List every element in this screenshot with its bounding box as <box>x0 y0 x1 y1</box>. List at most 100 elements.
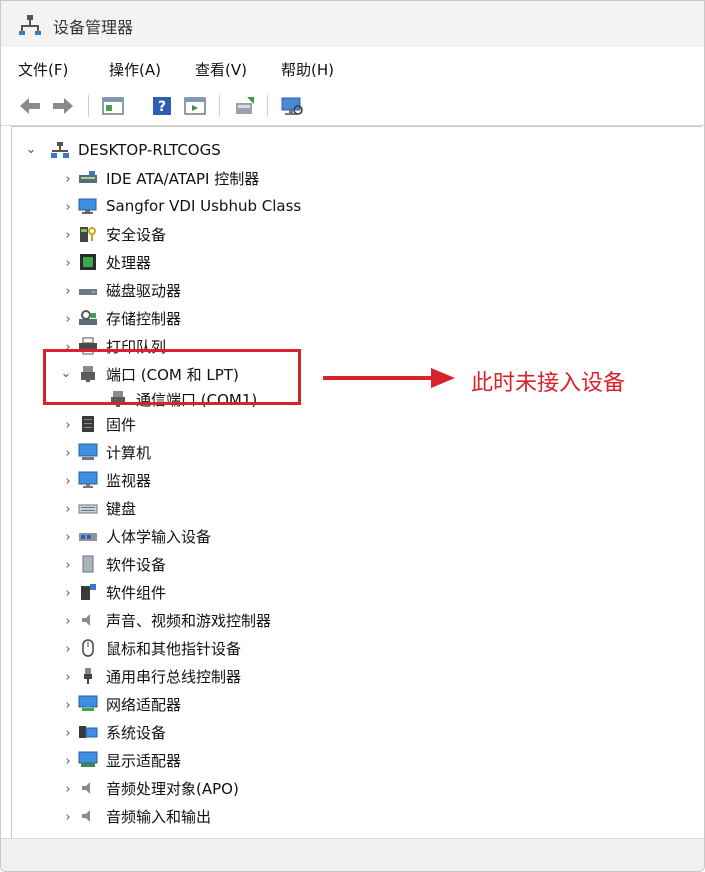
expand-chevron-icon[interactable]: › <box>61 587 75 601</box>
tree-item-label: 固件 <box>106 415 137 434</box>
security-device-icon <box>80 227 96 242</box>
expand-chevron-icon[interactable]: › <box>61 285 75 299</box>
software-component-icon <box>81 584 96 600</box>
tree-item-sound[interactable]: 声音、视频和游戏控制器 <box>78 608 271 632</box>
tree-item-label: 声音、视频和游戏控制器 <box>106 611 272 630</box>
expand-chevron-icon[interactable]: › <box>61 727 75 741</box>
tree-item-storage[interactable]: 存储控制器 <box>78 306 181 330</box>
tree-item-label: 监视器 <box>106 471 152 490</box>
tree-item-usb[interactable]: 通用串行总线控制器 <box>78 664 241 688</box>
expand-chevron-icon[interactable]: › <box>61 755 75 769</box>
menu-action[interactable]: 操作(A) <box>109 59 161 80</box>
tree-item-label: 系统设备 <box>106 723 167 742</box>
collapse-chevron-icon[interactable]: ⌄ <box>24 143 38 157</box>
keyboard-icon <box>78 504 98 514</box>
ide-controller-icon <box>79 171 97 183</box>
show-hide-tree-icon[interactable] <box>101 95 125 117</box>
annotation-highlight-box <box>43 349 301 405</box>
tree-item-apo[interactable]: 音频处理对象(APO) <box>78 776 239 800</box>
status-bar <box>1 838 704 871</box>
tree-item-label: 磁盘驱动器 <box>106 281 182 300</box>
tree-root[interactable]: DESKTOP-RLTCOGS <box>50 138 221 162</box>
tree-item-label: 软件组件 <box>106 583 167 602</box>
menu-view[interactable]: 查看(V) <box>195 59 247 80</box>
toolbar-separator <box>267 95 268 117</box>
tree-item-label: IDE ATA/ATAPI 控制器 <box>106 169 260 188</box>
tree-item-display-adapter[interactable]: 显示适配器 <box>78 748 181 772</box>
tree-item-sangfor[interactable]: Sangfor VDI Usbhub Class <box>78 194 301 218</box>
tree-item-label: 音频输入和输出 <box>106 807 212 826</box>
tree-item-label: 存储控制器 <box>106 309 182 328</box>
tree-item-label: Sangfor VDI Usbhub Class <box>106 197 302 215</box>
expand-chevron-icon[interactable]: › <box>61 699 75 713</box>
processor-icon <box>80 254 96 270</box>
back-icon[interactable] <box>18 95 42 117</box>
tree-item-audio-io[interactable]: 音频输入和输出 <box>78 804 211 828</box>
forward-icon[interactable] <box>51 95 75 117</box>
tree-item-label: 网络适配器 <box>106 695 182 714</box>
toolbar-separator <box>219 95 220 117</box>
menu-file[interactable]: 文件(F) <box>18 59 68 80</box>
expand-chevron-icon[interactable]: › <box>61 783 75 797</box>
scan-hardware-icon[interactable] <box>279 95 305 117</box>
title-bar: 设备管理器 <box>1 1 704 47</box>
computer-icon <box>78 443 98 460</box>
expand-chevron-icon[interactable]: › <box>61 475 75 489</box>
update-driver-icon[interactable] <box>233 95 257 117</box>
tree-item-system[interactable]: 系统设备 <box>78 720 166 744</box>
tree-item-ide[interactable]: IDE ATA/ATAPI 控制器 <box>78 166 259 190</box>
expand-chevron-icon[interactable]: › <box>61 229 75 243</box>
network-adapter-icon <box>78 695 98 711</box>
speaker-icon <box>82 782 90 794</box>
expand-chevron-icon[interactable]: › <box>61 447 75 461</box>
tree-item-label: 安全设备 <box>106 225 167 244</box>
firmware-icon <box>82 416 94 432</box>
mouse-icon <box>82 639 94 657</box>
tree-item-firmware[interactable]: 固件 <box>78 412 136 436</box>
tree-item-security[interactable]: 安全设备 <box>78 222 166 246</box>
device-manager-icon <box>19 15 41 35</box>
help-icon[interactable]: ? <box>151 95 173 117</box>
tree-item-label: 鼠标和其他指针设备 <box>106 639 242 658</box>
expand-chevron-icon[interactable]: › <box>61 313 75 327</box>
tree-root-label: DESKTOP-RLTCOGS <box>78 141 221 159</box>
disk-drive-icon <box>79 289 97 295</box>
svg-text:?: ? <box>158 99 166 115</box>
tree-item-label: 软件设备 <box>106 555 167 574</box>
hid-icon <box>79 533 97 541</box>
expand-chevron-icon[interactable]: › <box>61 559 75 573</box>
expand-chevron-icon[interactable]: › <box>61 173 75 187</box>
tree-item-mouse[interactable]: 鼠标和其他指针设备 <box>78 636 241 660</box>
software-device-icon <box>82 555 94 573</box>
computer-network-icon <box>51 142 69 158</box>
tree-item-software-device[interactable]: 软件设备 <box>78 552 166 576</box>
tree-item-software-component[interactable]: 软件组件 <box>78 580 166 604</box>
display-adapter-icon <box>78 751 98 767</box>
speaker-icon <box>82 810 90 822</box>
monitor-icon <box>78 471 98 488</box>
tree-item-hid[interactable]: 人体学输入设备 <box>78 524 211 548</box>
tree-item-disk[interactable]: 磁盘驱动器 <box>78 278 181 302</box>
expand-chevron-icon[interactable]: › <box>61 811 75 825</box>
tree-item-monitor[interactable]: 监视器 <box>78 468 151 492</box>
menu-help[interactable]: 帮助(H) <box>281 59 334 80</box>
usb-icon <box>84 668 92 684</box>
expand-chevron-icon[interactable]: › <box>61 615 75 629</box>
expand-chevron-icon[interactable]: › <box>61 503 75 517</box>
tree-item-label: 处理器 <box>106 253 152 272</box>
tree-item-processor[interactable]: 处理器 <box>78 250 151 274</box>
expand-chevron-icon[interactable]: › <box>61 531 75 545</box>
expand-chevron-icon[interactable]: › <box>61 201 75 215</box>
tree-item-network[interactable]: 网络适配器 <box>78 692 181 716</box>
tree-item-label: 显示适配器 <box>106 751 182 770</box>
tree-item-keyboard[interactable]: 键盘 <box>78 496 136 520</box>
device-manager-window: 设备管理器 文件(F) 操作(A) 查看(V) 帮助(H) ? ⌄ DESKTO… <box>0 0 705 872</box>
expand-chevron-icon[interactable]: › <box>61 257 75 271</box>
annotation-arrow-icon <box>323 368 455 388</box>
tree-item-computer[interactable]: 计算机 <box>78 440 151 464</box>
properties-icon[interactable] <box>183 95 207 117</box>
tree-item-label: 音频处理对象(APO) <box>106 779 239 798</box>
expand-chevron-icon[interactable]: › <box>61 671 75 685</box>
expand-chevron-icon[interactable]: › <box>61 643 75 657</box>
expand-chevron-icon[interactable]: › <box>61 419 75 433</box>
